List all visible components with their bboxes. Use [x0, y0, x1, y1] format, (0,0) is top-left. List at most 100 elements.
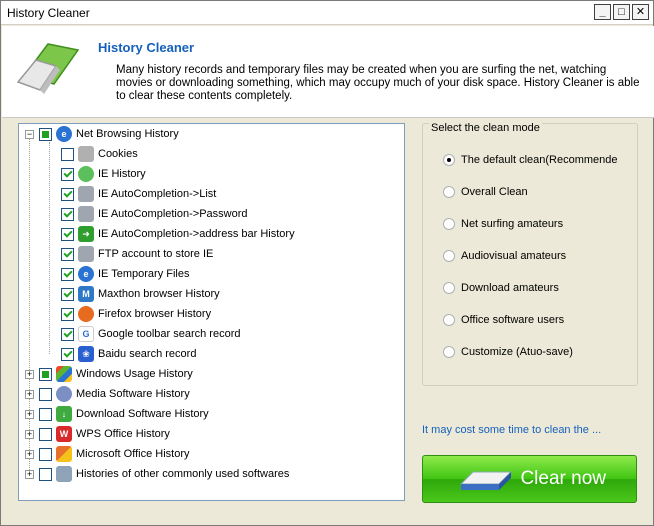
mode-option-default[interactable]: The default clean(Recommende: [443, 154, 618, 166]
software-icon: [56, 466, 72, 482]
tree-item-net-browsing[interactable]: − e Net Browsing History: [25, 125, 179, 143]
window-controls: _ □ ✕: [594, 4, 649, 20]
checkbox[interactable]: [61, 307, 74, 321]
tree-item-label: IE AutoCompletion->Password: [98, 208, 248, 220]
mode-option-download[interactable]: Download amateurs: [443, 282, 559, 294]
tree-item-ie-temporary-files[interactable]: e IE Temporary Files: [61, 265, 190, 283]
tree-item-address-bar-history[interactable]: ➜ IE AutoCompletion->address bar History: [61, 225, 295, 243]
checkbox[interactable]: [39, 447, 52, 461]
checkbox[interactable]: [61, 187, 74, 201]
checkbox[interactable]: [61, 347, 74, 361]
cost-time-link[interactable]: It may cost some time to clean the ...: [422, 424, 601, 436]
radio-button[interactable]: [443, 314, 455, 326]
header-title: History Cleaner: [98, 40, 195, 55]
header-description: Many history records and temporary files…: [116, 64, 640, 102]
expand-toggle[interactable]: +: [25, 409, 34, 419]
user-icon: [78, 246, 94, 262]
tree-item-cookies[interactable]: Cookies: [61, 145, 138, 163]
radio-button[interactable]: [443, 346, 455, 358]
mode-option-label: Audiovisual amateurs: [461, 250, 567, 262]
mode-option-overall[interactable]: Overall Clean: [443, 186, 528, 198]
checkbox[interactable]: [61, 167, 74, 181]
checkbox[interactable]: [39, 407, 52, 421]
office-icon: [56, 446, 72, 462]
checkbox[interactable]: [39, 427, 52, 441]
history-cleaner-window: History Cleaner _ □ ✕ History Cleaner Ma…: [0, 0, 654, 526]
mode-option-label: Overall Clean: [461, 186, 528, 198]
expand-toggle[interactable]: +: [25, 429, 34, 439]
tree-item-baidu[interactable]: ❀ Baidu search record: [61, 345, 196, 363]
tree-item-label: FTP account to store IE: [98, 248, 214, 260]
clean-mode-legend: Select the clean mode: [429, 122, 542, 134]
tree-item-label: IE AutoCompletion->address bar History: [98, 228, 295, 240]
window-title: History Cleaner: [7, 6, 90, 20]
tree-line: [49, 142, 50, 354]
minimize-button[interactable]: _: [594, 4, 611, 20]
cookie-icon: [78, 146, 94, 162]
expand-toggle[interactable]: +: [25, 369, 34, 379]
tree-item-wps-office[interactable]: + W WPS Office History: [25, 425, 170, 443]
tree-item-label: WPS Office History: [76, 428, 170, 440]
checkbox[interactable]: [39, 387, 52, 401]
ie-globe-icon: e: [56, 126, 72, 142]
maximize-button[interactable]: □: [613, 4, 630, 20]
mode-option-label: Net surfing amateurs: [461, 218, 564, 230]
expand-toggle[interactable]: +: [25, 449, 34, 459]
tree-item-label: Maxthon browser History: [98, 288, 220, 300]
checkbox[interactable]: [61, 147, 74, 161]
tree-item-label: Media Software History: [76, 388, 190, 400]
tree-item-autocompletion-password[interactable]: IE AutoCompletion->Password: [61, 205, 248, 223]
mode-option-audiovisual[interactable]: Audiovisual amateurs: [443, 250, 566, 262]
radio-button[interactable]: [443, 218, 455, 230]
mode-option-customize[interactable]: Customize (Atuo-save): [443, 346, 573, 358]
tree-item-label: Baidu search record: [98, 348, 197, 360]
expand-toggle[interactable]: +: [25, 389, 34, 399]
history-tree[interactable]: − e Net Browsing History Cookies IE Hist…: [18, 123, 405, 501]
firefox-icon: [78, 306, 94, 322]
clear-now-button[interactable]: Clear now: [422, 455, 637, 503]
checkbox[interactable]: [61, 207, 74, 221]
mode-option-net-surfing[interactable]: Net surfing amateurs: [443, 218, 563, 230]
radio-button[interactable]: [443, 250, 455, 262]
tree-item-label: Histories of other commonly used softwar…: [76, 468, 290, 480]
checkbox[interactable]: [61, 287, 74, 301]
tree-item-ftp-account[interactable]: FTP account to store IE: [61, 245, 213, 263]
checkbox[interactable]: [61, 327, 74, 341]
checkbox[interactable]: [61, 267, 74, 281]
tree-item-ie-history[interactable]: IE History: [61, 165, 146, 183]
tree-item-label: Windows Usage History: [76, 368, 193, 380]
user-icon: [78, 206, 94, 222]
checkbox[interactable]: [39, 367, 52, 381]
tree-item-label: Microsoft Office History: [76, 448, 190, 460]
tree-item-label: Cookies: [98, 148, 138, 160]
checkbox[interactable]: [39, 467, 52, 481]
tree-item-maxthon[interactable]: M Maxthon browser History: [61, 285, 220, 303]
tree-item-download-software[interactable]: + ↓ Download Software History: [25, 405, 209, 423]
eraser-icon: [459, 471, 513, 490]
tree-item-firefox[interactable]: Firefox browser History: [61, 305, 211, 323]
tree-item-google-toolbar[interactable]: G Google toolbar search record: [61, 325, 240, 343]
radio-button[interactable]: [443, 282, 455, 294]
clean-mode-group: Select the clean mode The default clean(…: [422, 122, 638, 386]
tree-item-autocompletion-list[interactable]: IE AutoCompletion->List: [61, 185, 216, 203]
title-bar[interactable]: History Cleaner _ □ ✕: [1, 1, 653, 25]
radio-button[interactable]: [443, 154, 455, 166]
mode-option-office[interactable]: Office software users: [443, 314, 564, 326]
tree-item-other-software[interactable]: + Histories of other commonly used softw…: [25, 465, 289, 483]
tree-item-label: Firefox browser History: [98, 308, 212, 320]
tree-item-media-software[interactable]: + Media Software History: [25, 385, 190, 403]
header-panel: History Cleaner Many history records and…: [2, 26, 654, 118]
wps-icon: W: [56, 426, 72, 442]
tree-item-windows-usage[interactable]: + Windows Usage History: [25, 365, 193, 383]
close-button[interactable]: ✕: [632, 4, 649, 20]
collapse-toggle[interactable]: −: [25, 129, 34, 139]
radio-button[interactable]: [443, 186, 455, 198]
mode-option-label: Office software users: [461, 314, 565, 326]
expand-toggle[interactable]: +: [25, 469, 34, 479]
tree-item-label: IE History: [98, 168, 146, 180]
checkbox[interactable]: [61, 227, 74, 241]
checkbox[interactable]: [39, 127, 52, 141]
tree-item-microsoft-office[interactable]: + Microsoft Office History: [25, 445, 190, 463]
checkbox[interactable]: [61, 247, 74, 261]
windows-icon: [56, 366, 72, 382]
